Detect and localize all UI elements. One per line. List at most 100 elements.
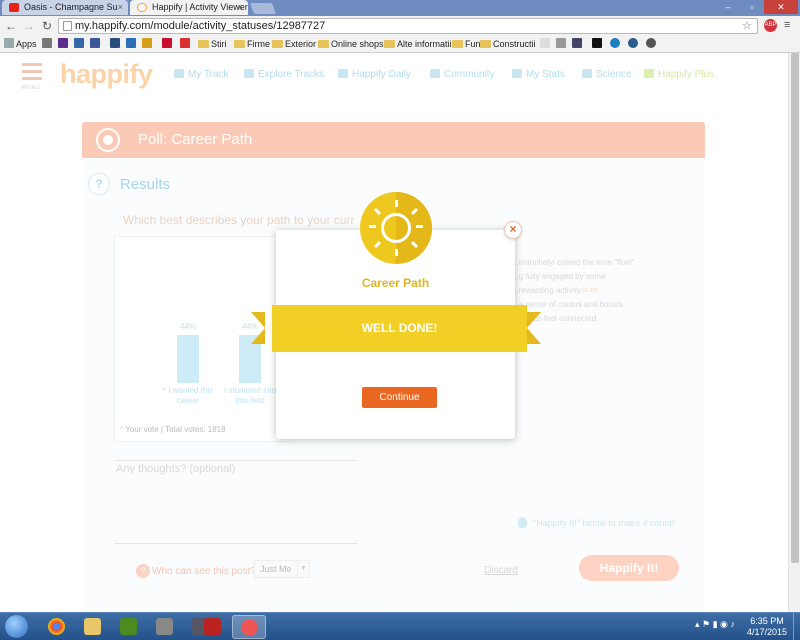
poll-results-chart: 44% * I wanted this career 44% I stumble… (114, 236, 294, 442)
browser-tab-youtube[interactable]: Oasis - Champagne Su × (2, 0, 128, 15)
taskbar-clock[interactable]: 6:35 PM 4/17/2015 (742, 616, 792, 638)
bookmark-item[interactable] (572, 38, 584, 51)
show-desktop-button[interactable] (793, 613, 800, 640)
flag-icon (174, 69, 184, 78)
visibility-select[interactable]: Just Me ▼ (254, 560, 310, 578)
happify-logo[interactable]: happify (60, 59, 153, 90)
visibility-help-icon[interactable]: ? (136, 564, 150, 578)
flask-icon (582, 69, 592, 78)
taskbar-nvidia[interactable] (112, 615, 146, 639)
nav-my-track[interactable]: My Track (174, 69, 229, 80)
taskbar-120x[interactable] (196, 615, 230, 639)
bookmark-favicon-icon (540, 38, 550, 48)
clock-time: 6:35 PM (750, 616, 784, 626)
bookmark-item[interactable] (90, 38, 102, 51)
new-tab-button[interactable] (249, 3, 277, 14)
bookmark-favicon-icon (610, 38, 620, 48)
window-close-button[interactable]: ✕ (764, 0, 798, 14)
system-tray[interactable]: ▴ ⚑ ▮ ◉ ♪ (695, 619, 735, 630)
start-button[interactable] (2, 613, 32, 640)
bookmark-favicon-icon (42, 38, 52, 48)
tab-close-icon[interactable]: × (118, 0, 123, 15)
page-scrollbar[interactable] (788, 53, 800, 612)
bookmark-folder-firme[interactable]: Firme (234, 38, 270, 51)
bookmark-item[interactable] (180, 38, 192, 51)
chat-bubble-icon (430, 69, 440, 78)
nav-happify-daily[interactable]: Happify Daily (338, 69, 411, 80)
back-arrow-icon[interactable]: ← (4, 19, 18, 33)
bookmark-item[interactable] (592, 38, 604, 51)
nav-happify-plus[interactable]: Happify Plus (644, 69, 714, 80)
bookmark-favicon-icon (646, 38, 656, 48)
help-question-icon[interactable]: ? (88, 173, 110, 195)
bookmark-folder-alte-informatii[interactable]: Alte informatii (384, 38, 452, 51)
bookmark-item[interactable] (142, 38, 154, 51)
taskbar-active-app[interactable] (232, 615, 266, 639)
nav-my-stats[interactable]: My Stats (512, 69, 565, 80)
clock-date: 4/17/2015 (746, 627, 788, 637)
site-navigation: MENU happify My Track Explore Tracks Hap… (0, 53, 788, 101)
nav-science[interactable]: Science (582, 69, 632, 80)
tab-close-icon[interactable]: × (238, 0, 243, 15)
browser-toolbar: ← → ↻ my.happify.com/module/activity_sta… (0, 16, 800, 36)
happify-it-button[interactable]: Happify It! (579, 555, 679, 581)
bar-category-label: * I wanted this career (162, 386, 214, 405)
window-maximize-button[interactable]: ▫ (740, 0, 764, 14)
bookmark-item[interactable] (646, 38, 658, 51)
taskbar-chrome[interactable] (40, 615, 74, 639)
bookmark-item[interactable] (628, 38, 640, 51)
bookmark-folder-online-shops[interactable]: Online shops (318, 38, 384, 51)
modal-title: Career Path (361, 276, 430, 290)
rainbow-icon (338, 69, 348, 78)
nav-community[interactable]: Community (430, 69, 495, 80)
bookmark-folder-stiri[interactable]: Stiri (198, 38, 227, 51)
bookmark-favicon-icon (592, 38, 602, 48)
happify-it-hint: "Happify It!" below to make it count! (518, 517, 674, 528)
bookmark-item[interactable] (126, 38, 138, 51)
bookmark-favicon-icon (162, 38, 172, 48)
bookmark-apps[interactable]: Apps (4, 38, 37, 51)
window-minimize-button[interactable]: – (716, 0, 740, 14)
nav-explore-tracks[interactable]: Explore Tracks (244, 69, 324, 80)
menu-button[interactable]: MENU (22, 63, 42, 93)
bar-value-label: 44% (179, 322, 196, 331)
bookmark-item[interactable] (58, 38, 70, 51)
taskbar-explorer[interactable] (76, 615, 110, 639)
continue-button[interactable]: Continue (362, 387, 437, 408)
bookmark-folder-exterior[interactable]: Exterior (272, 38, 316, 51)
forward-arrow-icon[interactable]: → (22, 19, 36, 33)
browser-tab-happify[interactable]: Happify | Activity Viewer × (130, 0, 248, 15)
modal-close-button[interactable]: × (504, 221, 522, 239)
browser-titlebar: Oasis - Champagne Su × Happify | Activit… (0, 0, 800, 16)
scrollbar-thumb[interactable] (791, 53, 799, 563)
bookmark-item[interactable] (556, 38, 568, 51)
windows-logo-icon (5, 615, 28, 638)
imdb-icon (142, 38, 152, 48)
bookmark-item[interactable] (162, 38, 174, 51)
bookmark-item[interactable] (42, 38, 54, 51)
bookmark-favicon-icon (628, 38, 638, 48)
url-text: my.happify.com/module/activity_statuses/… (75, 20, 326, 32)
bookmark-folder-fun[interactable]: Fun (452, 38, 481, 51)
chevron-down-icon: ▼ (297, 561, 309, 577)
chrome-menu-icon[interactable]: ≡ (784, 19, 790, 31)
well-done-text: WELL DONE! (361, 321, 438, 335)
bookmark-star-icon[interactable]: ☆ (742, 19, 752, 32)
adblock-icon[interactable]: ABP (764, 19, 777, 32)
folder-icon (272, 40, 283, 48)
bookmark-item[interactable] (74, 38, 86, 51)
bookmark-item[interactable] (110, 38, 122, 51)
ribbon-tail-right (527, 312, 541, 344)
bookmark-item[interactable] (540, 38, 552, 51)
discard-link[interactable]: Discard (484, 565, 518, 576)
120x-icon (204, 618, 221, 635)
bookmark-item[interactable] (610, 38, 622, 51)
chrome-icon (48, 618, 65, 635)
taskbar-app[interactable] (148, 615, 182, 639)
thoughts-textarea[interactable]: Any thoughts? (optional) (114, 460, 358, 544)
bookmark-folder-constructii[interactable]: Constructii (480, 38, 536, 51)
apps-grid-icon (4, 38, 14, 48)
happify-favicon-icon (137, 3, 147, 12)
reload-icon[interactable]: ↻ (40, 19, 54, 33)
address-bar[interactable]: my.happify.com/module/activity_statuses/… (58, 18, 758, 34)
